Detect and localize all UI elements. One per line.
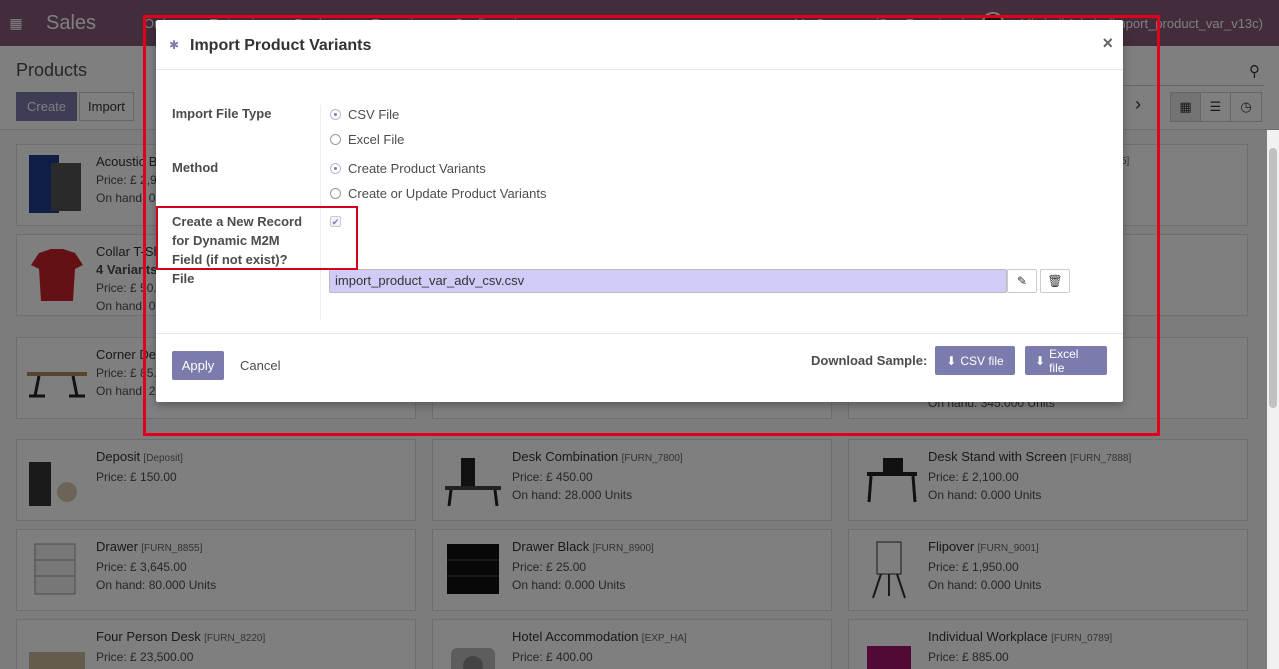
scrollbar-thumb[interactable]: [1269, 148, 1277, 408]
highlight-box-m2m: [156, 206, 358, 270]
page-scrollbar[interactable]: [1267, 130, 1279, 669]
